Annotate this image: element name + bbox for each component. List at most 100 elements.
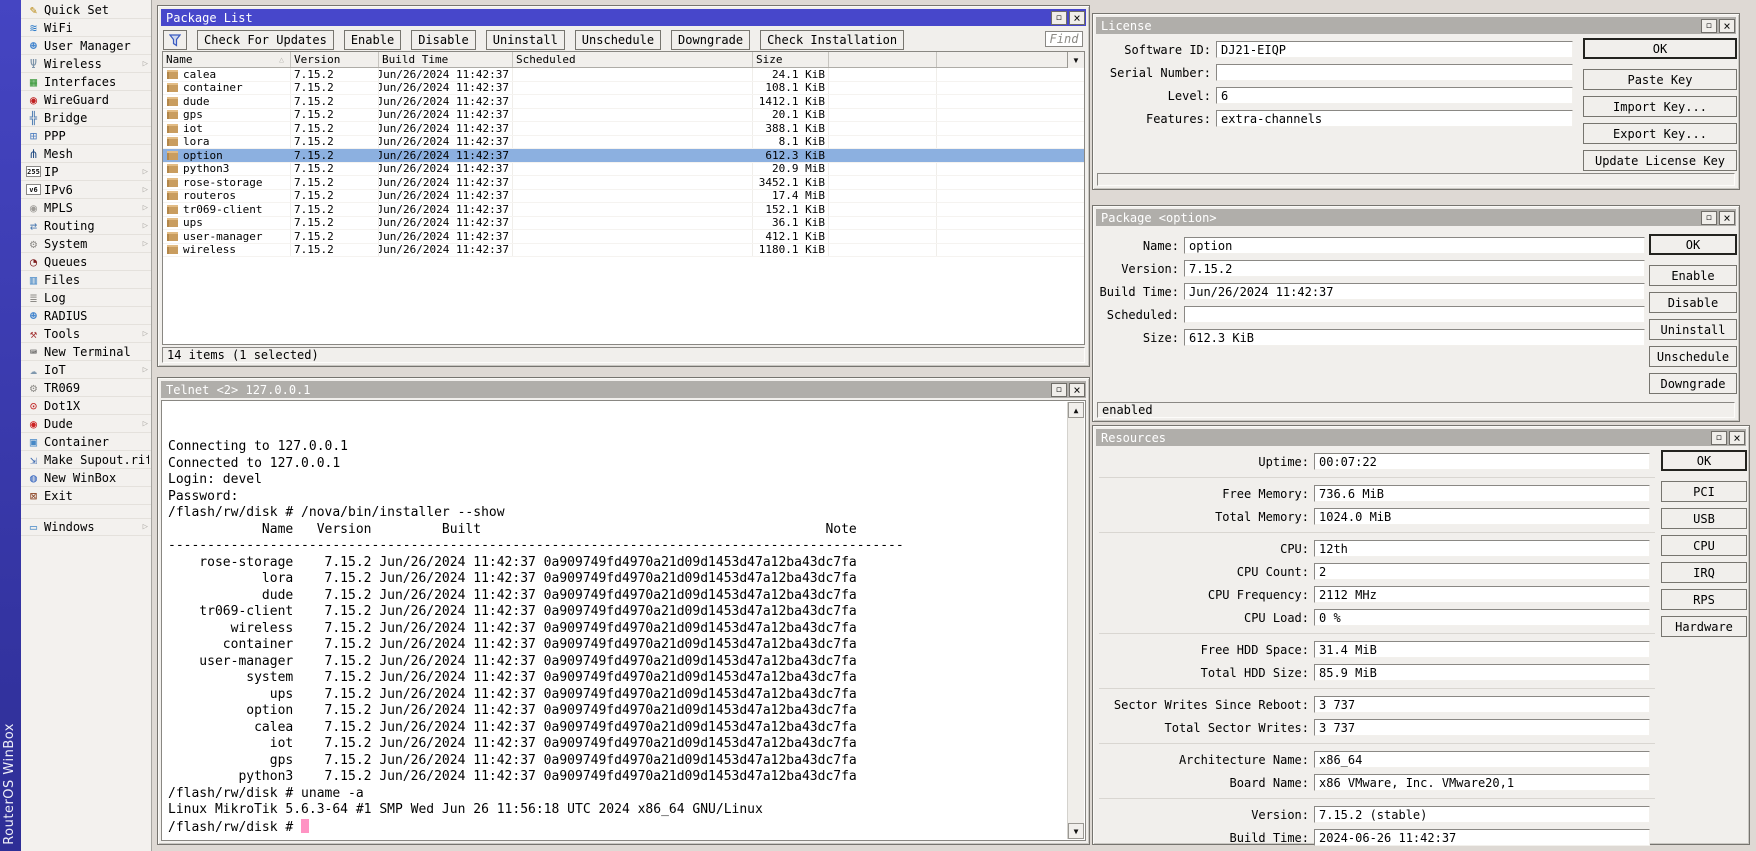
license-titlebar[interactable]: License ◻ × xyxy=(1096,17,1736,34)
maximize-button[interactable]: ◻ xyxy=(1701,19,1717,33)
sidebar-item-interfaces[interactable]: ▦Interfaces xyxy=(21,73,151,91)
table-row[interactable]: container7.15.2Jun/26/2024 11:42:37108.1… xyxy=(163,82,1084,96)
update-license-key-button[interactable]: Update License Key xyxy=(1583,150,1737,171)
field-sector-writes-since-reboot[interactable]: 3 737 xyxy=(1314,696,1650,713)
sidebar-item-windows[interactable]: ▭Windows▷ xyxy=(21,518,151,536)
sidebar-item-system[interactable]: ⚙System▷ xyxy=(21,235,151,253)
field-scheduled[interactable] xyxy=(1184,306,1645,323)
field-free-hdd-space[interactable]: 31.4 MiB xyxy=(1314,641,1650,658)
table-row[interactable]: tr069-client7.15.2Jun/26/2024 11:42:3715… xyxy=(163,203,1084,217)
find-input[interactable] xyxy=(1045,31,1083,47)
enable-button[interactable]: Enable xyxy=(1649,265,1737,286)
field-size[interactable]: 612.3 KiB xyxy=(1184,329,1645,346)
maximize-button[interactable]: ◻ xyxy=(1051,11,1067,25)
sidebar-item-wifi[interactable]: ≋WiFi xyxy=(21,19,151,37)
sidebar-item-routing[interactable]: ⇄Routing▷ xyxy=(21,217,151,235)
field-name[interactable]: option xyxy=(1184,237,1645,254)
maximize-button[interactable]: ◻ xyxy=(1701,211,1717,225)
column-header-size[interactable]: Size xyxy=(753,52,829,67)
table-row[interactable]: routeros7.15.2Jun/26/2024 11:42:3717.4 M… xyxy=(163,190,1084,204)
disable-button[interactable]: Disable xyxy=(411,30,476,50)
column-header-empty[interactable] xyxy=(937,52,1067,67)
field-version[interactable]: 7.15.2 xyxy=(1184,260,1645,277)
paste-key-button[interactable]: Paste Key xyxy=(1583,69,1737,90)
field-software-id[interactable]: DJ21-EIQP xyxy=(1216,41,1573,58)
table-row[interactable]: ups7.15.2Jun/26/2024 11:42:3736.1 KiB xyxy=(163,217,1084,231)
sidebar-item-bridge[interactable]: ╬Bridge xyxy=(21,109,151,127)
field-serial-number[interactable] xyxy=(1216,64,1573,81)
ok-button[interactable]: OK xyxy=(1583,38,1737,59)
sidebar-item-files[interactable]: ▥Files xyxy=(21,271,151,289)
field-total-memory[interactable]: 1024.0 MiB xyxy=(1314,508,1650,525)
column-select-button[interactable]: ▼ xyxy=(1067,52,1084,68)
sidebar-item-ppp[interactable]: ⊞PPP xyxy=(21,127,151,145)
scroll-up-icon[interactable]: ▲ xyxy=(1068,402,1084,418)
column-header-empty[interactable] xyxy=(829,52,937,67)
close-button[interactable]: × xyxy=(1719,211,1735,225)
field-version[interactable]: 7.15.2 (stable) xyxy=(1314,806,1650,823)
field-architecture-name[interactable]: x86_64 xyxy=(1314,751,1650,768)
export-key-button[interactable]: Export Key... xyxy=(1583,123,1737,144)
package-option-titlebar[interactable]: Package <option> ◻ × xyxy=(1096,209,1736,226)
disable-button[interactable]: Disable xyxy=(1649,292,1737,313)
sidebar-item-user-manager[interactable]: ☻User Manager xyxy=(21,37,151,55)
table-row[interactable]: lora7.15.2Jun/26/2024 11:42:378.1 KiB xyxy=(163,136,1084,150)
check-installation-button[interactable]: Check Installation xyxy=(760,30,904,50)
sidebar-item-queues[interactable]: ◔Queues xyxy=(21,253,151,271)
sidebar-item-iot[interactable]: ☁IoT▷ xyxy=(21,361,151,379)
table-row[interactable]: dude7.15.2Jun/26/2024 11:42:371412.1 KiB xyxy=(163,95,1084,109)
sidebar-item-tools[interactable]: ⚒Tools▷ xyxy=(21,325,151,343)
enable-button[interactable]: Enable xyxy=(344,30,401,50)
column-header-build-time[interactable]: Build Time xyxy=(379,52,513,67)
filter-button[interactable] xyxy=(163,30,187,50)
field-total-sector-writes[interactable]: 3 737 xyxy=(1314,719,1650,736)
field-cpu-count[interactable]: 2 xyxy=(1314,563,1650,580)
usb-button[interactable]: USB xyxy=(1661,508,1747,529)
table-row[interactable]: gps7.15.2Jun/26/2024 11:42:3720.1 KiB xyxy=(163,109,1084,123)
ok-button[interactable]: OK xyxy=(1649,234,1737,255)
sidebar-item-log[interactable]: ≣Log xyxy=(21,289,151,307)
table-row[interactable]: python37.15.2Jun/26/2024 11:42:3720.9 Mi… xyxy=(163,163,1084,177)
field-board-name[interactable]: x86 VMware, Inc. VMware20,1 xyxy=(1314,774,1650,791)
table-row[interactable]: wireless7.15.2Jun/26/2024 11:42:371180.1… xyxy=(163,244,1084,258)
close-button[interactable]: × xyxy=(1729,431,1745,445)
field-cpu-load[interactable]: 0 % xyxy=(1314,609,1650,626)
downgrade-button[interactable]: Downgrade xyxy=(1649,373,1737,394)
field-cpu-frequency[interactable]: 2112 MHz xyxy=(1314,586,1650,603)
maximize-button[interactable]: ◻ xyxy=(1711,431,1727,445)
sidebar-item-exit[interactable]: ⊠Exit xyxy=(21,487,151,505)
terminal-output[interactable]: Connecting to 127.0.0.1Connected to 127.… xyxy=(163,402,1066,839)
sidebar-item-new-winbox[interactable]: ◍New WinBox xyxy=(21,469,151,487)
vertical-scrollbar[interactable]: ▲ ▼ xyxy=(1067,402,1084,839)
telnet-titlebar[interactable]: Telnet <2> 127.0.0.1 ◻ × xyxy=(161,381,1086,398)
unschedule-button[interactable]: Unschedule xyxy=(575,30,661,50)
close-button[interactable]: × xyxy=(1069,383,1085,397)
close-button[interactable]: × xyxy=(1069,11,1085,25)
import-key-button[interactable]: Import Key... xyxy=(1583,96,1737,117)
field-features[interactable]: extra-channels xyxy=(1216,110,1573,127)
unschedule-button[interactable]: Unschedule xyxy=(1649,346,1737,367)
column-header-scheduled[interactable]: Scheduled xyxy=(513,52,753,67)
field-free-memory[interactable]: 736.6 MiB xyxy=(1314,485,1650,502)
sidebar-item-mesh[interactable]: ⋔Mesh xyxy=(21,145,151,163)
table-row[interactable]: user-manager7.15.2Jun/26/2024 11:42:3741… xyxy=(163,230,1084,244)
field-level[interactable]: 6 xyxy=(1216,87,1573,104)
field-cpu[interactable]: 12th xyxy=(1314,540,1650,557)
field-build-time[interactable]: Jun/26/2024 11:42:37 xyxy=(1184,283,1645,300)
sidebar-item-ip[interactable]: 255IP▷ xyxy=(21,163,151,181)
field-uptime[interactable]: 00:07:22 xyxy=(1314,453,1650,470)
sidebar-item-wireless[interactable]: ΨWireless▷ xyxy=(21,55,151,73)
ok-button[interactable]: OK xyxy=(1661,450,1747,471)
sidebar-item-wireguard[interactable]: ◉WireGuard xyxy=(21,91,151,109)
pci-button[interactable]: PCI xyxy=(1661,481,1747,502)
sidebar-item-container[interactable]: ▣Container xyxy=(21,433,151,451)
sidebar-item-tr069[interactable]: ⚙TR069 xyxy=(21,379,151,397)
field-total-hdd-size[interactable]: 85.9 MiB xyxy=(1314,664,1650,681)
table-row[interactable]: rose-storage7.15.2Jun/26/2024 11:42:3734… xyxy=(163,176,1084,190)
uninstall-button[interactable]: Uninstall xyxy=(486,30,565,50)
package-list-titlebar[interactable]: Package List ◻ × xyxy=(161,9,1086,26)
check-for-updates-button[interactable]: Check For Updates xyxy=(197,30,334,50)
close-button[interactable]: × xyxy=(1719,19,1735,33)
sidebar-item-make-supout-rif[interactable]: ⇲Make Supout.rif xyxy=(21,451,151,469)
uninstall-button[interactable]: Uninstall xyxy=(1649,319,1737,340)
